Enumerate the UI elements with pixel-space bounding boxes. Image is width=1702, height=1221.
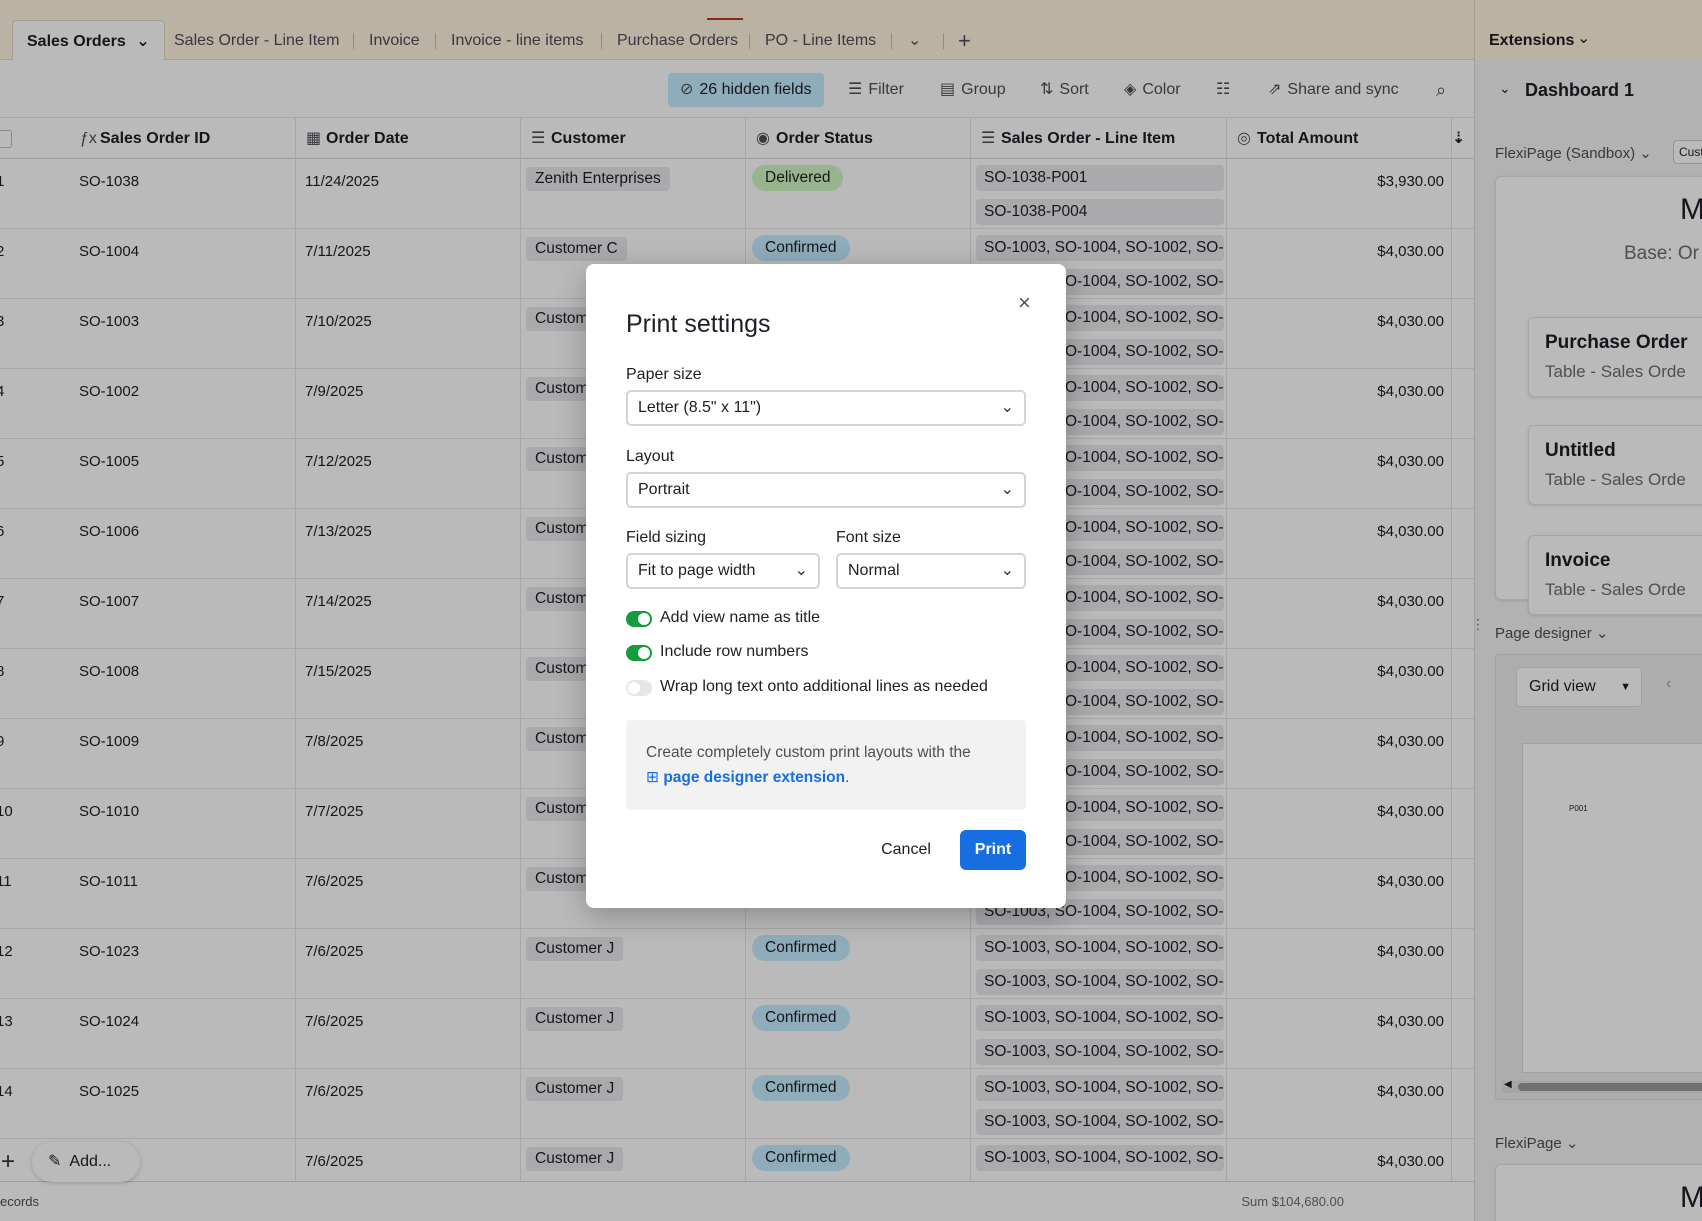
paper-size-label: Paper size [626,366,702,383]
chevron-down-icon: ⌄ [1000,562,1014,579]
add-view-name-toggle[interactable] [626,611,652,627]
layout-select[interactable]: Portrait ⌄ [626,472,1026,508]
add-view-name-label: Add view name as title [660,609,821,626]
info-link-line: ⊞ page designer extension. [646,768,849,787]
font-size-label: Font size [836,529,901,546]
cancel-button[interactable]: Cancel [868,830,944,870]
font-size-value: Normal [848,562,900,579]
layout-value: Portrait [638,481,690,498]
chevron-down-icon: ⌄ [794,562,808,579]
include-row-numbers-label: Include row numbers [660,643,809,660]
print-button[interactable]: Print [960,830,1026,870]
info-text: Create completely custom print layouts w… [646,744,971,761]
close-icon[interactable]: × [1018,290,1031,316]
chevron-down-icon: ⌄ [1000,481,1014,498]
paper-size-select[interactable]: Letter (8.5" x 11") ⌄ [626,390,1026,426]
wrap-long-text-toggle[interactable] [626,680,652,696]
field-sizing-label: Field sizing [626,529,707,546]
layout-label: Layout [626,448,675,465]
page-designer-info-box: Create completely custom print layouts w… [626,720,1026,810]
page-designer-link[interactable]: page designer extension [663,769,845,786]
include-row-numbers-toggle[interactable] [626,645,652,661]
field-sizing-select[interactable]: Fit to page width ⌄ [626,553,820,589]
apps-icon: ⊞ [646,769,659,786]
paper-size-value: Letter (8.5" x 11") [638,399,762,416]
info-period: . [845,769,850,786]
chevron-down-icon: ⌄ [1000,399,1014,416]
print-settings-dialog: × Print settings Paper size Letter (8.5"… [586,264,1066,908]
font-size-select[interactable]: Normal ⌄ [836,553,1026,589]
field-sizing-value: Fit to page width [638,562,756,579]
wrap-long-text-label: Wrap long text onto additional lines as … [660,678,988,695]
dialog-title: Print settings [626,310,771,338]
